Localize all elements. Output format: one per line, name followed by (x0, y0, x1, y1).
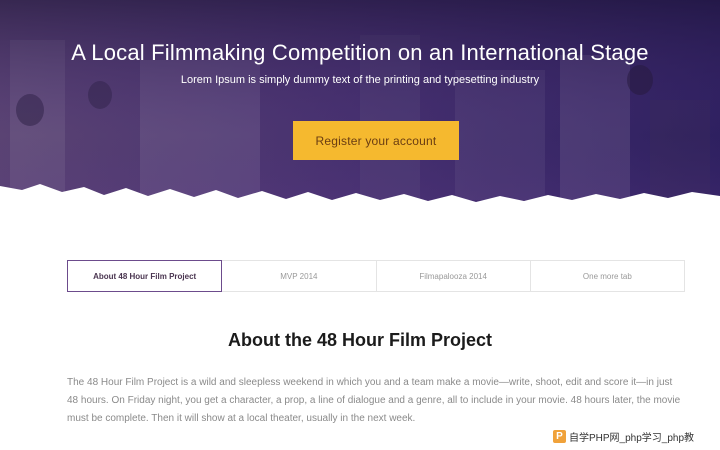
section-title: About the 48 Hour Film Project (227, 330, 493, 350)
hero-title: A Local Filmmaking Competition on an Int… (71, 40, 649, 65)
watermark-text: 自学PHP网_php学习_php教 (569, 432, 695, 444)
hero-banner: A Local Filmmaking Competition on an Int… (0, 0, 720, 225)
tab-mvp-2014[interactable]: MVP 2014 (222, 261, 377, 291)
watermark-logo-icon: P (553, 429, 566, 443)
section-body-text: The 48 Hour Film Project is a wild and s… (67, 377, 681, 424)
tab-bar: About 48 Hour Film Project MVP 2014 Film… (67, 260, 685, 292)
tab-about-48-hour-film-project[interactable]: About 48 Hour Film Project (67, 260, 223, 292)
site-watermark: P 自学PHP网_php学习_php教 (549, 427, 720, 445)
hero-subtitle: Lorem Ipsum is simply dummy text of the … (180, 74, 540, 86)
register-account-button[interactable]: Register your account (293, 121, 459, 160)
tab-filmapalooza-2014[interactable]: Filmapalooza 2014 (377, 261, 531, 291)
tab-one-more-tab[interactable]: One more tab (531, 261, 684, 291)
hero-background-image (0, 0, 720, 225)
